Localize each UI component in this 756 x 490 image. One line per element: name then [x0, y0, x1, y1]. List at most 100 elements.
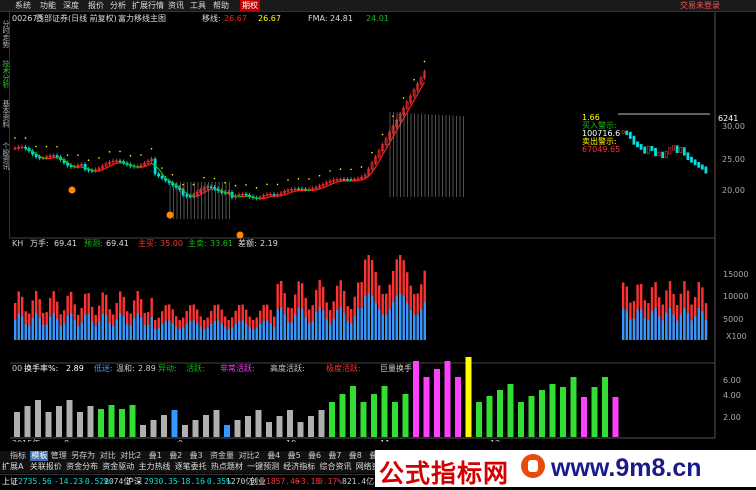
side-tab-1[interactable]: 技术分析 — [0, 60, 9, 88]
ext-func-7[interactable]: 一键预测 — [247, 461, 279, 473]
header-ma-label: 移线: — [202, 13, 221, 23]
turnover-bar — [67, 400, 73, 437]
menu-item-5[interactable]: 扩展行情 — [132, 0, 164, 11]
volume-bar-blue — [151, 317, 153, 340]
menu-item-4[interactable]: 分析 — [110, 0, 126, 11]
ma-line-segment — [323, 186, 327, 187]
login-status[interactable]: 交易未登录 — [680, 0, 720, 11]
ext-func-5[interactable]: 逐笔委托 — [175, 461, 207, 473]
volume-bar-blue — [633, 318, 635, 340]
side-tab-2[interactable]: 基本资料 — [0, 100, 9, 128]
indicator-tab-13[interactable]: 叠6 — [308, 451, 321, 461]
indicator-tab-2[interactable]: 管理 — [51, 451, 67, 461]
ext-func-6[interactable]: 热点题材 — [211, 461, 243, 473]
ext-func-3[interactable]: 资金驱动 — [102, 461, 134, 473]
candle-body — [690, 157, 692, 162]
turnover-bar — [308, 416, 314, 437]
ma-line-segment — [372, 167, 376, 172]
signal-dot — [298, 178, 300, 180]
ext-func-1[interactable]: 关联报价 — [30, 461, 62, 473]
candle-body — [25, 147, 27, 148]
indicator-tab-3[interactable]: 另存为 — [71, 451, 95, 461]
menu-item-7[interactable]: 工具 — [190, 0, 206, 11]
volume-bar-blue — [231, 328, 233, 340]
volume-bar-blue — [249, 327, 251, 340]
price-tick: 20.00 — [722, 186, 745, 195]
turnover-bar — [46, 412, 52, 437]
menu-item-3[interactable]: 报价 — [88, 0, 104, 11]
menu-item-0[interactable]: 系统 — [15, 0, 31, 11]
indicator-tab-15[interactable]: 叠8 — [349, 451, 362, 461]
signal-dot — [319, 175, 321, 177]
volume-bar-blue — [319, 307, 321, 340]
ma-line-segment — [362, 179, 366, 180]
volume-bar-blue — [683, 308, 685, 340]
ext-func-4[interactable]: 主力热线 — [139, 461, 171, 473]
menu-item-1[interactable]: 功能 — [40, 0, 56, 11]
ext-func-2[interactable]: 资金分布 — [66, 461, 98, 473]
volume-bar-blue — [690, 321, 692, 340]
signal-dot — [214, 178, 216, 180]
volume-header-prefix: KH — [12, 239, 23, 248]
menu-item-9[interactable]: 期权 — [240, 0, 260, 11]
ext-func-8[interactable]: 经济指标 — [283, 461, 315, 473]
side-tab-3[interactable]: 个股资讯 — [0, 142, 9, 170]
menu-item-2[interactable]: 深度 — [63, 0, 79, 11]
volume-bar-blue — [385, 314, 387, 340]
volume-bar-blue — [357, 308, 359, 340]
stock-chart[interactable]: 002673西部证券(日线 前复权)富力移线主图移线:26.6726.67FMA… — [10, 12, 756, 442]
indicator-tab-10[interactable]: 对比2 — [239, 451, 260, 461]
ma-line-segment — [267, 197, 271, 198]
volume-bar-blue — [165, 321, 167, 340]
ticker-cy_change: +3.18 — [296, 475, 320, 488]
side-tab-0[interactable]: 分时走势 — [0, 20, 9, 48]
menu-item-8[interactable]: 帮助 — [213, 0, 229, 11]
volume-bar-blue — [49, 317, 51, 340]
indicator-tab-7[interactable]: 叠2 — [169, 451, 182, 461]
candle-body — [683, 148, 685, 156]
ma-line-segment — [285, 194, 289, 195]
signal-dot — [35, 146, 37, 148]
volume-bar-blue — [182, 328, 184, 340]
volume-bar-blue — [680, 315, 682, 340]
volume-bar-blue — [417, 314, 419, 340]
volume-bar-blue — [698, 308, 700, 340]
right-top-value: 6241 — [718, 114, 738, 123]
turnover-bar — [88, 406, 94, 437]
signal-dot — [130, 155, 132, 157]
signal-dot — [382, 134, 384, 136]
indicator-tab-8[interactable]: 叠3 — [190, 451, 203, 461]
ext-func-9[interactable]: 综合资讯 — [320, 461, 352, 473]
volume-bar-blue — [119, 313, 121, 340]
header-fma-label: FMA: — [308, 14, 328, 23]
indicator-tab-9[interactable]: 资金量 — [210, 451, 234, 461]
volume-bar-blue — [21, 316, 23, 340]
indicator-tab-5[interactable]: 对比2 — [120, 451, 141, 461]
signal-dot — [77, 154, 79, 156]
volume-bar-blue — [224, 327, 226, 340]
indicator-tab-4[interactable]: 对比 — [100, 451, 116, 461]
turnover-bar — [403, 394, 409, 437]
volume-bar-blue — [221, 323, 223, 340]
menu-item-6[interactable]: 资讯 — [168, 0, 184, 11]
ext-func-0[interactable]: 扩展A — [2, 461, 23, 473]
signal-dot — [14, 137, 16, 139]
candle-body — [701, 165, 703, 169]
indicator-tab-0[interactable]: 指标 — [10, 451, 26, 461]
indicator-tab-1[interactable]: 模板 — [30, 451, 48, 461]
volume-bar-blue — [18, 313, 20, 340]
turnover-bar — [193, 420, 199, 437]
indicator-tab-6[interactable]: 叠1 — [149, 451, 162, 461]
candle-body — [676, 146, 678, 153]
indicator-tab-14[interactable]: 叠7 — [328, 451, 341, 461]
candle-body — [298, 189, 300, 190]
indicator-tab-12[interactable]: 叠5 — [288, 451, 301, 461]
volume-bar-blue — [53, 313, 55, 340]
indicator-tab-11[interactable]: 叠4 — [267, 451, 280, 461]
volume-bar-blue — [207, 328, 209, 340]
volume-bar-blue — [203, 329, 205, 340]
volume-bar-blue — [333, 319, 335, 340]
signal-dot — [67, 154, 69, 156]
price-tick: 30.00 — [722, 122, 745, 131]
volume-bar-blue — [305, 317, 307, 340]
